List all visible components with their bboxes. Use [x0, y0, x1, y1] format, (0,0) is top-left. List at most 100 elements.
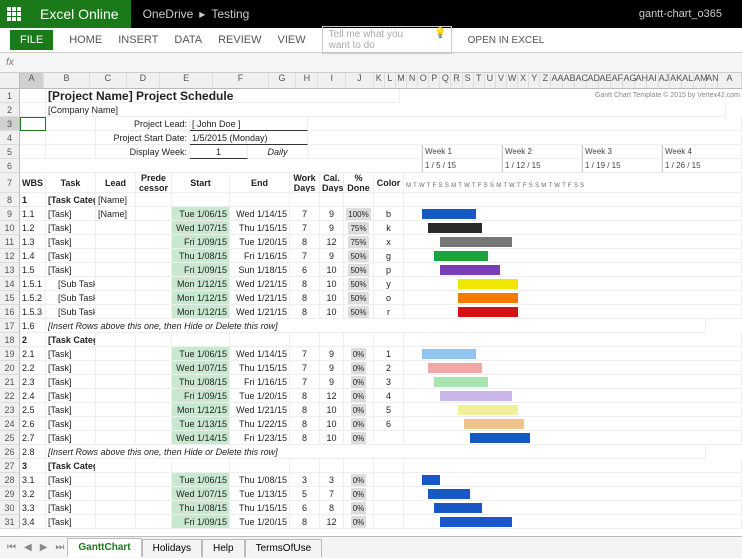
column-header[interactable]: I	[318, 73, 346, 88]
cell-task[interactable]: [Task]	[46, 403, 96, 417]
column-header[interactable]: AE	[599, 73, 611, 88]
column-header[interactable]: AF	[611, 73, 623, 88]
cell-task[interactable]: [Sub Task]	[46, 291, 96, 305]
cell-task[interactable]: [Task]	[46, 389, 96, 403]
cell-end[interactable]: Tue 1/13/15	[230, 487, 290, 501]
row-header[interactable]: 1	[0, 89, 20, 103]
cell-cal-days[interactable]: 9	[320, 361, 344, 375]
display-week-value[interactable]: 1	[190, 145, 248, 159]
cell-lead[interactable]	[96, 333, 136, 347]
cell-wbs[interactable]: 2.5	[20, 403, 46, 417]
app-launcher-button[interactable]	[0, 0, 28, 28]
cell-wbs[interactable]: 2.8	[20, 445, 46, 459]
cell-pct-done[interactable]: 0%	[344, 487, 374, 501]
cell-cal-days[interactable]: 10	[320, 403, 344, 417]
cell-pred[interactable]	[136, 305, 172, 319]
cell-work-days[interactable]: 8	[290, 389, 320, 403]
cell-wbs[interactable]: 2.6	[20, 417, 46, 431]
cell-start[interactable]	[172, 193, 230, 207]
cell-start[interactable]: Wed 1/14/15	[172, 431, 230, 445]
cell-cal-days[interactable]: 10	[320, 417, 344, 431]
cell-color[interactable]	[374, 431, 404, 445]
cell-lead[interactable]	[96, 515, 136, 529]
row-header[interactable]: 14	[0, 277, 20, 291]
cell[interactable]	[46, 145, 96, 159]
cell-pct-done[interactable]: 0%	[344, 375, 374, 389]
cell-start[interactable]: Tue 1/06/15	[172, 207, 230, 221]
cell-color[interactable]: 1	[374, 347, 404, 361]
cell-color[interactable]	[374, 333, 404, 347]
tab-data[interactable]: DATA	[174, 34, 202, 46]
cell-wbs[interactable]: 2.3	[20, 375, 46, 389]
row-header[interactable]: 21	[0, 375, 20, 389]
cell-pred[interactable]	[136, 347, 172, 361]
cell-work-days[interactable]: 8	[290, 515, 320, 529]
column-header[interactable]: U	[485, 73, 496, 88]
cell[interactable]	[308, 117, 742, 131]
cell-color[interactable]: r	[374, 305, 404, 319]
cell-task[interactable]: [Task]	[46, 361, 96, 375]
cell-end[interactable]: Wed 1/21/15	[230, 305, 290, 319]
sheet-nav-prev-icon[interactable]: ◀	[21, 542, 35, 553]
cell-task[interactable]: [Task Category]	[46, 333, 96, 347]
row-header[interactable]: 6	[0, 159, 20, 173]
cell-cal-days[interactable]: 9	[320, 221, 344, 235]
start-date-value[interactable]: 1/5/2015 (Monday)	[190, 131, 308, 145]
cell-pct-done[interactable]: 0%	[344, 431, 374, 445]
cell-work-days[interactable]: 5	[290, 487, 320, 501]
cell[interactable]	[308, 131, 742, 145]
column-header[interactable]: J	[346, 73, 374, 88]
cell-pct-done[interactable]	[344, 333, 374, 347]
column-header[interactable]: V	[496, 73, 507, 88]
column-header[interactable]: AG	[623, 73, 635, 88]
cell-pct-done[interactable]: 75%	[344, 221, 374, 235]
cell-pred[interactable]	[136, 403, 172, 417]
cell-cal-days[interactable]: 7	[320, 487, 344, 501]
cell-work-days[interactable]	[290, 333, 320, 347]
row-header[interactable]: 22	[0, 389, 20, 403]
cell-end[interactable]: Thu 1/08/15	[230, 473, 290, 487]
cell-pred[interactable]	[136, 459, 172, 473]
tab-insert[interactable]: INSERT	[118, 34, 158, 46]
cell-lead[interactable]	[96, 431, 136, 445]
cell-lead[interactable]	[96, 347, 136, 361]
tab-home[interactable]: HOME	[69, 34, 102, 46]
tab-view[interactable]: VIEW	[278, 34, 306, 46]
tell-me-input[interactable]: Tell me what you want to do 💡	[322, 26, 452, 54]
cell-end[interactable]: Thu 1/22/15	[230, 417, 290, 431]
cell-end[interactable]: Wed 1/14/15	[230, 207, 290, 221]
header-pct-done[interactable]: % Done	[344, 173, 374, 193]
column-header[interactable]: S	[463, 73, 474, 88]
cell-wbs[interactable]: 2.7	[20, 431, 46, 445]
cell-task[interactable]: [Task Category]	[46, 459, 96, 473]
cell-cal-days[interactable]	[320, 459, 344, 473]
row-header[interactable]: 25	[0, 431, 20, 445]
cell-start[interactable]: Thu 1/08/15	[172, 375, 230, 389]
cell-cal-days[interactable]: 9	[320, 207, 344, 221]
sheet-tab-terms[interactable]: TermsOfUse	[245, 539, 323, 557]
column-header[interactable]: AL	[682, 73, 694, 88]
cell-color[interactable]: x	[374, 235, 404, 249]
cell-pred[interactable]	[136, 221, 172, 235]
row-header[interactable]: 10	[0, 221, 20, 235]
header-pred[interactable]: Prede cessor	[136, 173, 172, 193]
cell-pct-done[interactable]: 0%	[344, 347, 374, 361]
row-header[interactable]: 9	[0, 207, 20, 221]
cell-pred[interactable]	[136, 193, 172, 207]
cell-task[interactable]: [Task]	[46, 263, 96, 277]
cell-color[interactable]: 3	[374, 375, 404, 389]
cell-pct-done[interactable]: 50%	[344, 291, 374, 305]
cell-start[interactable]: Mon 1/12/15	[172, 305, 230, 319]
cell-pred[interactable]	[136, 375, 172, 389]
column-header[interactable]: W	[507, 73, 518, 88]
cell-end[interactable]	[230, 333, 290, 347]
row-header[interactable]: 17	[0, 319, 20, 333]
cell-pct-done[interactable]: 0%	[344, 417, 374, 431]
cell-pred[interactable]	[136, 333, 172, 347]
cell-wbs[interactable]: 3.3	[20, 501, 46, 515]
sheet-tab-ganttchart[interactable]: GanttChart	[67, 538, 141, 557]
cell-task[interactable]: [Task]	[46, 207, 96, 221]
row-header[interactable]: 4	[0, 131, 20, 145]
cell-color[interactable]	[374, 459, 404, 473]
cell-work-days[interactable]	[290, 193, 320, 207]
